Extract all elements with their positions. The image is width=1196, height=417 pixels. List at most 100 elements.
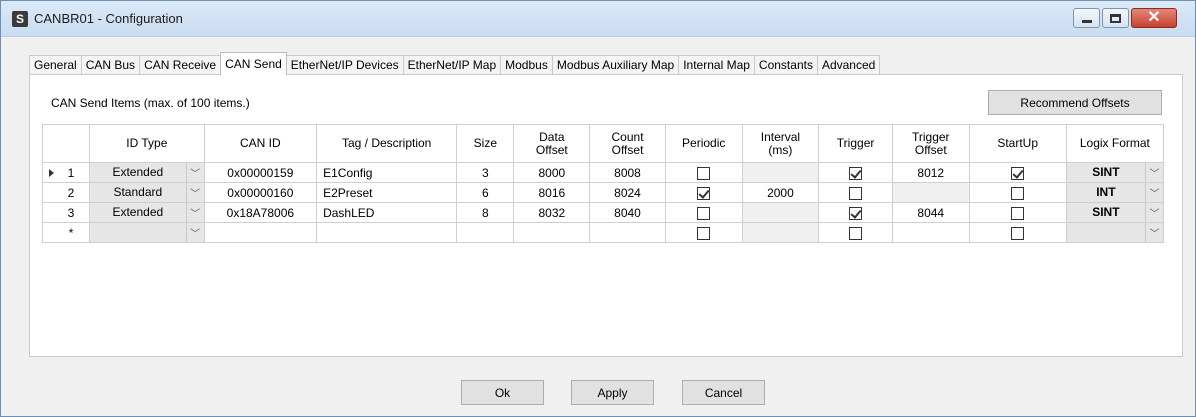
logix-format-cell[interactable]: SINT ﹀	[1065, 202, 1165, 223]
id-type-cell[interactable]: Extended ﹀	[89, 162, 205, 183]
tab-can-bus[interactable]: CAN Bus	[80, 55, 141, 75]
periodic-cell[interactable]	[664, 162, 743, 183]
table-row[interactable]: 1 Extended ﹀ 0x00000159 E1Config 3 8000 8…	[41, 162, 1165, 183]
chevron-down-icon[interactable]: ﹀	[1145, 203, 1162, 222]
chevron-down-icon[interactable]: ﹀	[1145, 183, 1162, 202]
header-count-offset[interactable]: Count Offset	[589, 124, 666, 163]
trigger-offset-cell[interactable]: 8012	[891, 162, 970, 183]
periodic-checkbox[interactable]	[697, 226, 711, 240]
chevron-down-icon[interactable]: ﹀	[185, 163, 204, 182]
header-trigger[interactable]: Trigger	[818, 124, 893, 163]
logix-format-select[interactable]: ﹀	[1067, 223, 1163, 242]
trigger-offset-cell[interactable]	[891, 222, 970, 243]
interval-cell[interactable]	[741, 162, 820, 183]
startup-cell[interactable]	[968, 182, 1067, 203]
id-type-select[interactable]: Extended ﹀	[90, 203, 204, 222]
maximize-button[interactable]	[1102, 8, 1129, 28]
header-data-offset[interactable]: Data Offset	[513, 124, 591, 163]
chevron-down-icon[interactable]: ﹀	[1145, 223, 1162, 242]
logix-format-cell[interactable]: INT ﹀	[1065, 182, 1165, 203]
startup-cell[interactable]	[968, 222, 1067, 243]
trigger-cell[interactable]	[818, 162, 893, 183]
id-type-cell[interactable]: ﹀	[89, 222, 205, 243]
data-offset-cell[interactable]: 8016	[513, 182, 591, 203]
new-row[interactable]: * ﹀ ﹀	[41, 222, 1165, 243]
row-header[interactable]: *	[41, 222, 91, 243]
interval-cell[interactable]	[741, 222, 820, 243]
periodic-checkbox[interactable]	[697, 206, 711, 220]
table-row[interactable]: 3 Extended ﹀ 0x18A78006 DashLED 8 8032 80…	[41, 202, 1165, 223]
count-offset-cell[interactable]: 8024	[589, 182, 666, 203]
startup-cell[interactable]	[968, 162, 1067, 183]
interval-cell[interactable]	[741, 202, 820, 223]
tab-general[interactable]: General	[29, 55, 82, 75]
header-periodic[interactable]: Periodic	[664, 124, 743, 163]
tag-cell[interactable]: DashLED	[316, 202, 458, 223]
apply-button[interactable]: Apply	[571, 380, 654, 405]
data-offset-cell[interactable]: 8032	[513, 202, 591, 223]
tab-ethernetip-devices[interactable]: EtherNet/IP Devices	[285, 55, 404, 75]
can-id-cell[interactable]: 0x00000160	[203, 182, 318, 203]
data-offset-cell[interactable]: 8000	[513, 162, 591, 183]
chevron-down-icon[interactable]: ﹀	[185, 203, 204, 222]
header-can-id[interactable]: CAN ID	[203, 124, 318, 163]
tag-cell[interactable]: E2Preset	[316, 182, 458, 203]
data-offset-cell[interactable]	[513, 222, 591, 243]
tab-internal-map[interactable]: Internal Map	[678, 55, 755, 75]
trigger-cell[interactable]	[818, 202, 893, 223]
id-type-cell[interactable]: Standard ﹀	[89, 182, 205, 203]
header-trigger-offset[interactable]: Trigger Offset	[891, 124, 970, 163]
can-id-cell[interactable]: 0x00000159	[203, 162, 318, 183]
tab-ethernetip-map[interactable]: EtherNet/IP Map	[402, 55, 502, 75]
tag-cell[interactable]: E1Config	[316, 162, 458, 183]
logix-format-cell[interactable]: SINT ﹀	[1065, 162, 1165, 183]
startup-checkbox[interactable]	[1011, 186, 1025, 200]
header-startup[interactable]: StartUp	[968, 124, 1067, 163]
count-offset-cell[interactable]: 8008	[589, 162, 666, 183]
size-cell[interactable]: 8	[456, 202, 515, 223]
row-header[interactable]: 1	[41, 162, 91, 183]
size-cell[interactable]: 3	[456, 162, 515, 183]
count-offset-cell[interactable]: 8040	[589, 202, 666, 223]
trigger-cell[interactable]	[818, 222, 893, 243]
interval-cell[interactable]: 2000	[741, 182, 820, 203]
size-cell[interactable]	[456, 222, 515, 243]
id-type-select[interactable]: ﹀	[90, 223, 204, 242]
periodic-cell[interactable]	[664, 182, 743, 203]
id-type-select[interactable]: Standard ﹀	[90, 183, 204, 202]
header-tag[interactable]: Tag / Description	[316, 124, 458, 163]
trigger-checkbox[interactable]	[849, 186, 863, 200]
logix-format-cell[interactable]: ﹀	[1065, 222, 1165, 243]
tab-can-receive[interactable]: CAN Receive	[139, 55, 222, 75]
startup-checkbox[interactable]	[1011, 166, 1025, 180]
row-header[interactable]: 3	[41, 202, 91, 223]
trigger-cell[interactable]	[818, 182, 893, 203]
header-id-type[interactable]: ID Type	[89, 124, 205, 163]
tab-advanced[interactable]: Advanced	[816, 55, 881, 75]
tab-can-send[interactable]: CAN Send	[220, 52, 287, 75]
logix-format-select[interactable]: SINT ﹀	[1067, 203, 1163, 222]
periodic-checkbox[interactable]	[697, 166, 711, 180]
chevron-down-icon[interactable]: ﹀	[1145, 163, 1162, 182]
chevron-down-icon[interactable]: ﹀	[185, 223, 204, 242]
header-size[interactable]: Size	[456, 124, 515, 163]
startup-checkbox[interactable]	[1011, 206, 1025, 220]
tab-modbus-auxiliary-map[interactable]: Modbus Auxiliary Map	[551, 55, 680, 75]
trigger-checkbox[interactable]	[849, 166, 863, 180]
periodic-cell[interactable]	[664, 222, 743, 243]
chevron-down-icon[interactable]: ﹀	[185, 183, 204, 202]
cancel-button[interactable]: Cancel	[682, 380, 765, 405]
row-header[interactable]: 2	[41, 182, 91, 203]
periodic-checkbox[interactable]	[697, 186, 711, 200]
trigger-checkbox[interactable]	[849, 226, 863, 240]
header-logix-format[interactable]: Logix Format	[1065, 124, 1165, 163]
startup-cell[interactable]	[968, 202, 1067, 223]
close-button[interactable]: ✕	[1131, 8, 1177, 28]
periodic-cell[interactable]	[664, 202, 743, 223]
can-id-cell[interactable]	[203, 222, 318, 243]
count-offset-cell[interactable]	[589, 222, 666, 243]
tab-modbus[interactable]: Modbus	[500, 55, 553, 75]
tab-constants[interactable]: Constants	[753, 55, 818, 75]
minimize-button[interactable]	[1073, 8, 1100, 28]
ok-button[interactable]: Ok	[461, 380, 544, 405]
